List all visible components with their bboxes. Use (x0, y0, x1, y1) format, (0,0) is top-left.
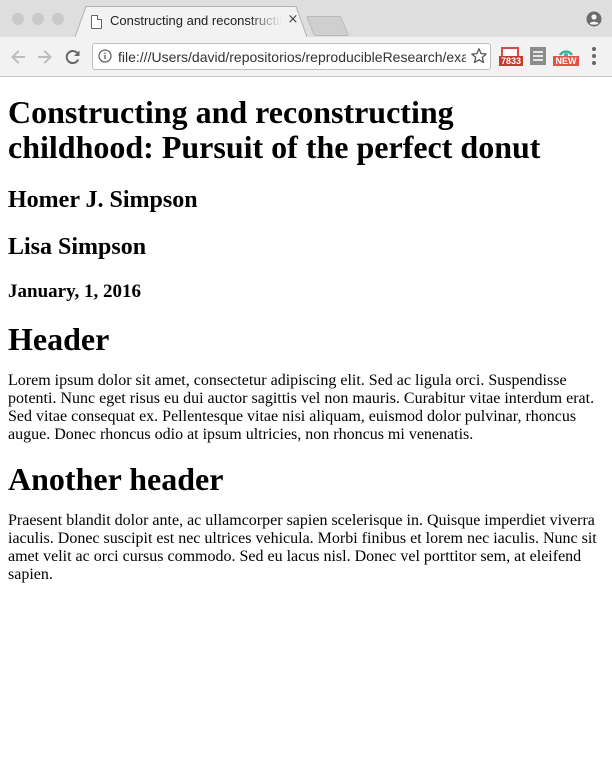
unread-count-badge: 7833 (499, 56, 523, 66)
forward-arrow-icon[interactable] (35, 47, 55, 67)
document-icon (91, 15, 102, 29)
url-text[interactable]: file:///Users/david/repositorios/reprodu… (118, 49, 466, 67)
section-paragraph: Lorem ipsum dolor sit amet, consectetur … (8, 372, 595, 443)
gmail-extension-icon[interactable]: 7833 (499, 45, 523, 67)
window-zoom-light[interactable] (52, 13, 64, 25)
news-extension-icon[interactable]: NEW (553, 45, 579, 67)
browser-chrome: Constructing and reconstructing childhoo… (0, 0, 612, 77)
window-close-light[interactable] (12, 13, 24, 25)
author-name: Homer J. Simpson (8, 187, 198, 213)
bookmark-star-icon[interactable] (470, 47, 488, 65)
reload-icon[interactable] (63, 47, 83, 67)
reader-extension-icon[interactable] (530, 47, 546, 65)
document-date: January, 1, 2016 (8, 281, 142, 302)
info-icon[interactable] (98, 49, 112, 63)
page-content: Constructing and reconstructing childhoo… (8, 77, 604, 584)
new-badge: NEW (553, 56, 579, 66)
section-paragraph: Praesent blandit dolor ante, ac ullamcor… (8, 512, 597, 583)
section-heading: Header (8, 321, 110, 357)
document-title: Constructing and reconstructing childhoo… (8, 94, 541, 165)
tab-close-icon[interactable]: × (286, 12, 300, 28)
tab-title[interactable]: Constructing and reconstructing childhoo… (110, 13, 282, 31)
section-heading: Another header (8, 461, 224, 497)
menu-dots-icon[interactable] (592, 47, 596, 65)
profile-icon[interactable] (586, 11, 602, 27)
author-name: Lisa Simpson (8, 234, 147, 260)
back-arrow-icon[interactable] (8, 47, 28, 67)
window-minimize-light[interactable] (32, 13, 44, 25)
